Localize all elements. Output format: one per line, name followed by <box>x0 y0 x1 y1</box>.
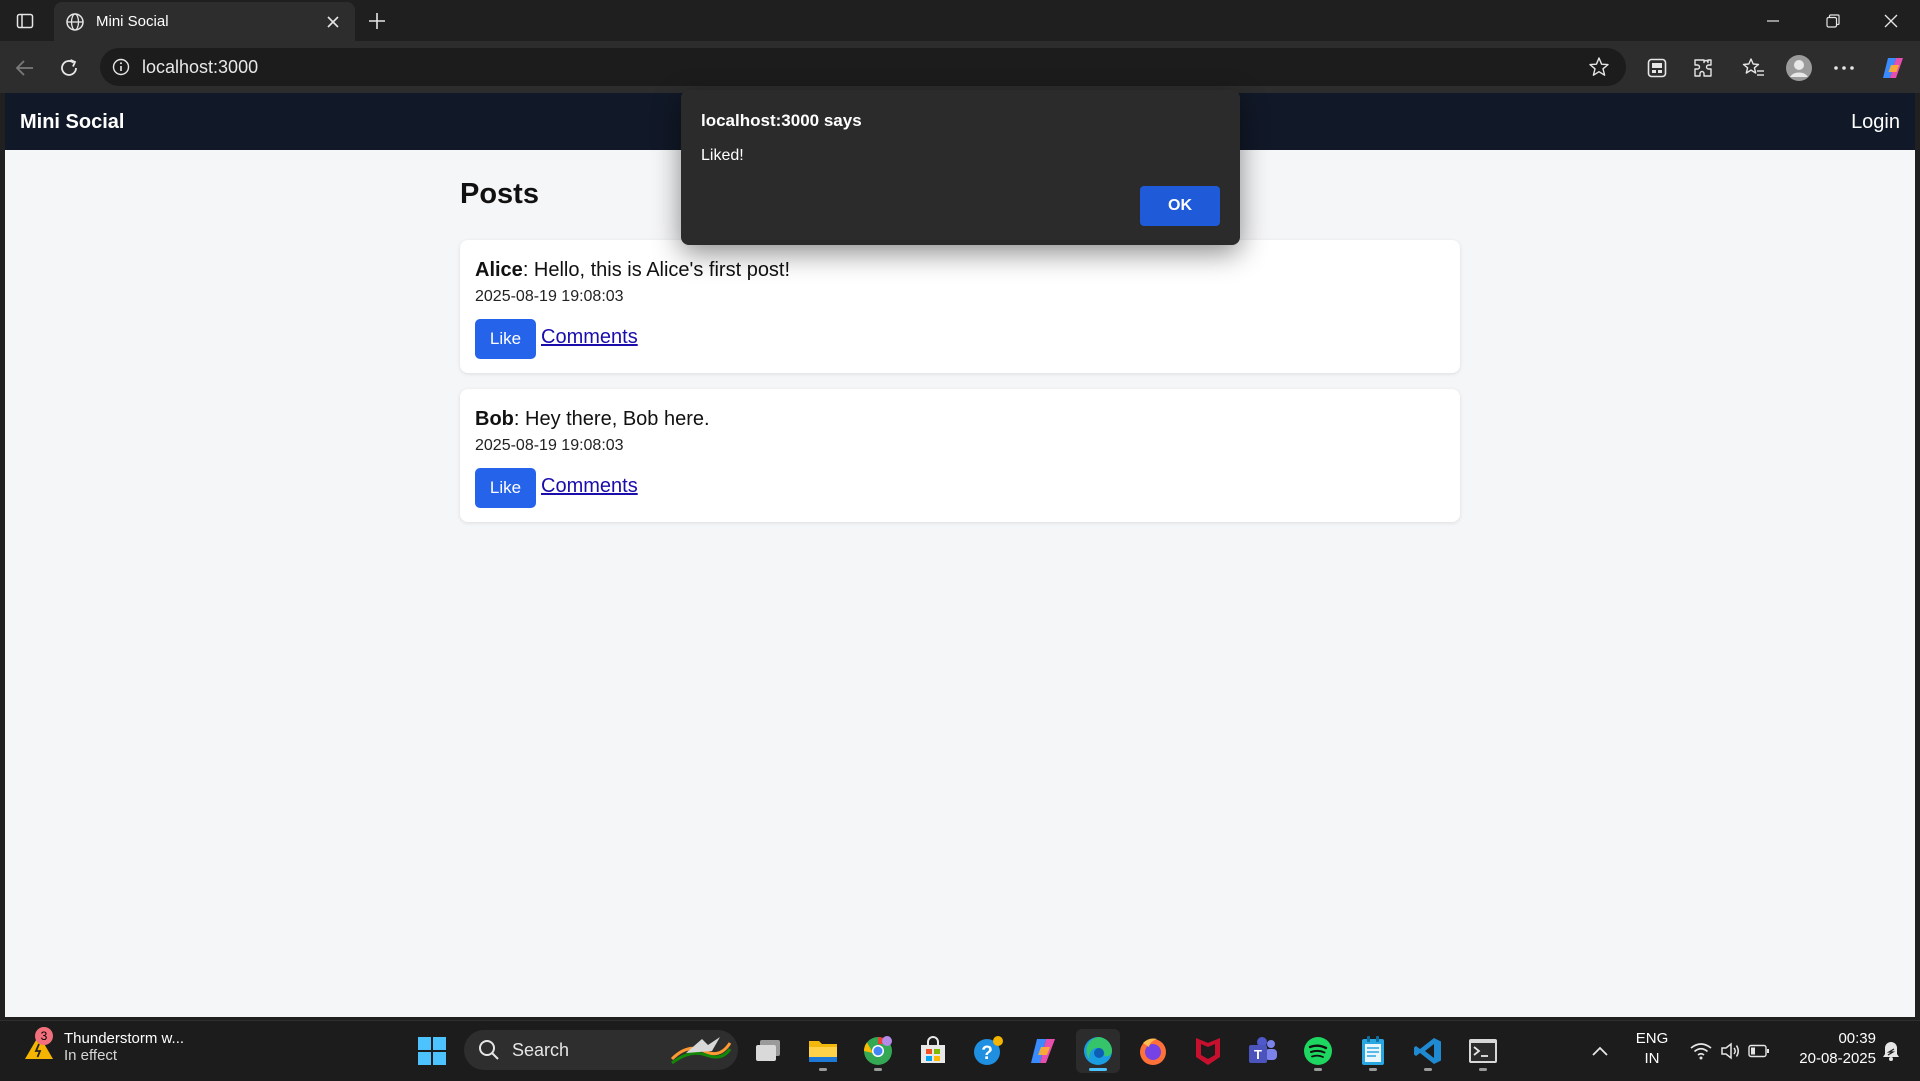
search-highlight-icon <box>670 1037 732 1065</box>
comments-link[interactable]: Comments <box>541 326 638 349</box>
tab-actions-icon[interactable] <box>10 8 40 34</box>
start-icon[interactable] <box>410 1029 454 1073</box>
weather-subtitle: In effect <box>64 1047 118 1064</box>
copilot-app-icon[interactable] <box>1021 1029 1065 1073</box>
post-text: Bob: Hey there, Bob here. <box>475 408 710 431</box>
profile-avatar-icon[interactable] <box>1782 51 1816 85</box>
running-indicator <box>1479 1068 1487 1071</box>
vscode-icon[interactable] <box>1406 1029 1450 1073</box>
weather-title: Thunderstorm w... <box>64 1030 185 1047</box>
comments-link[interactable]: Comments <box>541 475 638 498</box>
post-author: Alice <box>475 259 523 281</box>
browser-toolbar: localhost:3000 <box>0 41 1920 93</box>
system-clock[interactable]: 00:39 20-08-2025 <box>1778 1029 1876 1069</box>
restore-icon[interactable] <box>1804 0 1862 41</box>
file-explorer-icon[interactable] <box>801 1029 845 1073</box>
clock-date: 20-08-2025 <box>1799 1050 1876 1067</box>
weather-text: Thunderstorm w... In effect <box>64 1030 184 1064</box>
post-content: : Hey there, Bob here. <box>513 408 710 430</box>
region-code: IN <box>1644 1050 1660 1067</box>
extensions-icon[interactable] <box>1686 51 1720 85</box>
close-tab-icon[interactable] <box>319 8 347 36</box>
running-indicator <box>819 1068 827 1071</box>
weather-alert-icon: 3 <box>22 1027 56 1064</box>
taskbar: 3 Thunderstorm w... In effect Search ? T… <box>0 1020 1920 1081</box>
globe-icon <box>64 11 86 33</box>
address-url: localhost:3000 <box>142 56 259 77</box>
running-indicator <box>1369 1068 1377 1071</box>
page-title: Posts <box>460 178 539 210</box>
post-content: : Hello, this is Alice's first post! <box>522 259 791 281</box>
language-code: ENG <box>1635 1030 1669 1047</box>
refresh-icon[interactable] <box>52 51 86 85</box>
weather-alert-badge: 3 <box>35 1027 53 1045</box>
address-bar[interactable]: localhost:3000 <box>100 48 1626 86</box>
taskbar-search[interactable]: Search <box>464 1030 738 1070</box>
post-card: Alice: Hello, this is Alice's first post… <box>460 240 1460 373</box>
teams-icon[interactable]: T <box>1241 1029 1285 1073</box>
volume-icon <box>1721 1042 1739 1060</box>
language-indicator[interactable]: ENG IN <box>1620 1029 1684 1069</box>
dialog-title: localhost:3000 says <box>701 111 862 130</box>
minimize-icon[interactable] <box>1744 0 1802 41</box>
browser-tab[interactable]: Mini Social <box>54 2 355 41</box>
system-tray-status[interactable] <box>1685 1021 1775 1081</box>
site-info-icon[interactable] <box>110 56 132 78</box>
copilot-icon[interactable] <box>1876 51 1910 85</box>
dialog-message: Liked! <box>701 147 744 164</box>
close-window-icon[interactable] <box>1862 0 1920 41</box>
favorite-star-icon[interactable] <box>1584 52 1614 82</box>
like-button[interactable]: Like <box>475 468 536 508</box>
notepad-icon[interactable] <box>1351 1029 1395 1073</box>
alert-dialog: localhost:3000 says Liked! OK <box>681 90 1240 245</box>
terminal-icon[interactable] <box>1461 1029 1505 1073</box>
microsoft-store-icon[interactable] <box>911 1029 955 1073</box>
running-indicator <box>1424 1068 1432 1071</box>
search-label: Search <box>512 1039 570 1060</box>
edge-icon[interactable] <box>1076 1029 1120 1073</box>
post-author: Bob <box>475 408 514 430</box>
tab-title: Mini Social <box>96 13 169 30</box>
battery-icon <box>1748 1044 1769 1058</box>
ok-button[interactable]: OK <box>1140 186 1220 226</box>
clock-time: 00:39 <box>1838 1030 1876 1047</box>
app-bar-icon[interactable] <box>1640 51 1674 85</box>
post-timestamp: 2025-08-19 19:08:03 <box>475 288 624 305</box>
search-icon <box>479 1040 499 1060</box>
back-arrow-icon[interactable] <box>8 51 42 85</box>
running-indicator <box>1314 1068 1322 1071</box>
help-icon[interactable]: ? <box>966 1029 1010 1073</box>
spotify-icon[interactable] <box>1296 1029 1340 1073</box>
like-button[interactable]: Like <box>475 319 536 359</box>
mcafee-icon[interactable] <box>1186 1029 1230 1073</box>
site-brand[interactable]: Mini Social <box>20 111 124 134</box>
more-options-icon[interactable] <box>1827 51 1861 85</box>
notification-bell-icon[interactable] <box>1876 1021 1906 1081</box>
task-view-icon[interactable] <box>746 1029 790 1073</box>
post-timestamp: 2025-08-19 19:08:03 <box>475 437 624 454</box>
post-text: Alice: Hello, this is Alice's first post… <box>475 259 790 282</box>
weather-widget[interactable]: 3 Thunderstorm w... In effect <box>22 1027 184 1064</box>
svg-text:T: T <box>1254 1047 1262 1062</box>
new-tab-icon[interactable] <box>362 6 392 36</box>
svg-text:?: ? <box>981 1043 993 1064</box>
running-indicator <box>874 1068 882 1071</box>
chrome-icon[interactable] <box>856 1029 900 1073</box>
browser-tab-strip: Mini Social <box>0 0 1920 41</box>
active-indicator <box>1089 1068 1107 1071</box>
login-link[interactable]: Login <box>1851 111 1900 134</box>
favorites-icon[interactable] <box>1737 51 1771 85</box>
firefox-icon[interactable] <box>1131 1029 1175 1073</box>
chevron-up-icon[interactable] <box>1585 1021 1615 1081</box>
wifi-icon <box>1690 1043 1712 1060</box>
post-card: Bob: Hey there, Bob here. 2025-08-19 19:… <box>460 389 1460 522</box>
